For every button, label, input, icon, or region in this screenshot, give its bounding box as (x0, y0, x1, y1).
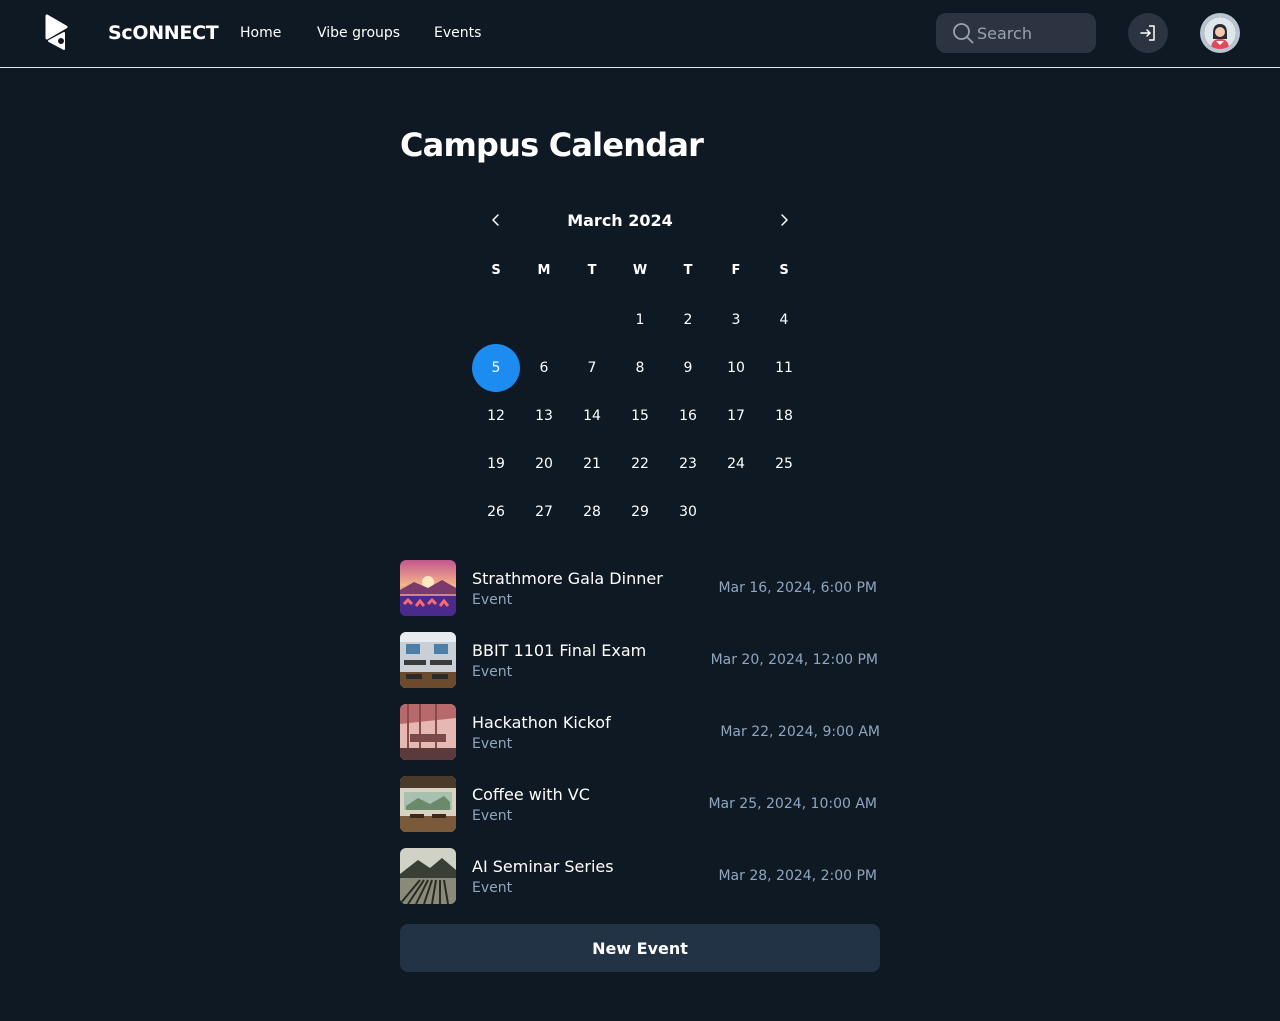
weekday-label: M (537, 262, 551, 278)
calendar-day[interactable]: 8 (616, 344, 664, 392)
calendar-day-selected[interactable]: 5 (472, 344, 520, 392)
new-event-button[interactable]: New Event (400, 924, 880, 972)
event-thumbnail (400, 632, 456, 688)
calendar-day[interactable]: 13 (520, 392, 568, 440)
nav-vibe-groups[interactable]: Vibe groups (317, 25, 400, 41)
event-date: Mar 25, 2024, 10:00 AM (708, 796, 877, 812)
search-box[interactable] (936, 13, 1096, 53)
calendar-week-row: 19 20 21 22 23 24 25 (472, 440, 808, 488)
calendar-day[interactable]: 12 (472, 392, 520, 440)
chevron-left-icon (492, 214, 499, 226)
calendar-day[interactable]: 23 (664, 440, 712, 488)
event-date: Mar 20, 2024, 12:00 PM (710, 652, 878, 668)
nav-events[interactable]: Events (434, 25, 481, 41)
login-button[interactable] (1128, 13, 1168, 53)
top-navbar: ScONNECT Home Vibe groups Events (0, 0, 1280, 68)
event-thumbnail (400, 560, 456, 616)
event-thumbnail (400, 704, 456, 760)
chevron-right-icon (781, 214, 788, 226)
event-date: Mar 22, 2024, 9:00 AM (720, 724, 880, 740)
calendar-empty-cell (568, 296, 616, 344)
weekday-label: S (491, 262, 501, 278)
event-title: Strathmore Gala Dinner (472, 569, 663, 588)
event-item[interactable]: Coffee with VC Event Mar 25, 2024, 10:00… (400, 776, 880, 832)
event-date: Mar 28, 2024, 2:00 PM (718, 868, 877, 884)
calendar-day[interactable]: 28 (568, 488, 616, 536)
calendar-day[interactable]: 30 (664, 488, 712, 536)
calendar-day[interactable]: 3 (712, 296, 760, 344)
event-item[interactable]: Hackathon Kickof Event Mar 22, 2024, 9:0… (400, 704, 880, 760)
weekday-label: F (731, 262, 741, 278)
event-type: Event (472, 664, 513, 680)
calendar-week-row: 1234 (472, 296, 808, 344)
event-title: BBIT 1101 Final Exam (472, 641, 647, 660)
calendar-day[interactable]: 18 (760, 392, 808, 440)
weekday-header: S M T W T F S (472, 254, 808, 286)
calendar-day[interactable]: 17 (712, 392, 760, 440)
event-item[interactable]: Strathmore Gala Dinner Event Mar 16, 202… (400, 560, 880, 616)
weekday-label: T (587, 262, 597, 278)
event-type: Event (472, 736, 513, 752)
calendar-day[interactable]: 9 (664, 344, 712, 392)
event-item[interactable]: BBIT 1101 Final Exam Event Mar 20, 2024,… (400, 632, 880, 688)
calendar-empty-cell (760, 488, 808, 536)
calendar-day[interactable]: 6 (520, 344, 568, 392)
login-icon (1140, 25, 1155, 41)
next-month-button[interactable] (772, 208, 796, 232)
calendar-week-row: 5 6 7 8 9 10 11 (472, 344, 808, 392)
calendar-day[interactable]: 25 (760, 440, 808, 488)
calendar-day[interactable]: 14 (568, 392, 616, 440)
calendar-day[interactable]: 27 (520, 488, 568, 536)
event-title: Hackathon Kickof (472, 713, 611, 732)
calendar-day[interactable]: 22 (616, 440, 664, 488)
user-avatar[interactable] (1200, 13, 1240, 53)
calendar-day[interactable]: 15 (616, 392, 664, 440)
event-type: Event (472, 808, 513, 824)
event-thumbnail (400, 776, 456, 832)
calendar-grid: S M T W T F S 1 2 3 4 5 6 7 8 9 10 11 12 13 14 15 16 17 1… (472, 254, 808, 536)
calendar-day[interactable]: 10 (712, 344, 760, 392)
event-type: Event (472, 880, 513, 896)
calendar-day[interactable]: 2 (664, 296, 712, 344)
brand-name[interactable]: ScONNECT (108, 22, 219, 44)
event-title: AI Seminar Series (472, 857, 614, 876)
page-title: Campus Calendar (400, 126, 704, 164)
calendar-week-row: 26 27 28 29 30 (472, 488, 808, 536)
calendar-day[interactable]: 21 (568, 440, 616, 488)
calendar-day[interactable]: 24 (712, 440, 760, 488)
weekday-label: S (779, 262, 789, 278)
calendar-empty-cell (520, 296, 568, 344)
event-thumbnail (400, 848, 456, 904)
calendar-day[interactable]: 29 (616, 488, 664, 536)
event-type: Event (472, 592, 513, 608)
weekday-label: T (683, 262, 693, 278)
calendar-day[interactable]: 1 (616, 296, 664, 344)
nav-home[interactable]: Home (240, 25, 281, 41)
calendar-weeks: 1 2 3 4 5 6 7 8 9 10 11 12 13 14 15 16 17 18 19 20 21 22 23 24 2… (472, 296, 808, 536)
search-input[interactable] (977, 23, 1087, 43)
weekday-label: W (632, 262, 648, 278)
calendar-day[interactable]: 7 (568, 344, 616, 392)
calendar-day[interactable]: 11 (760, 344, 808, 392)
event-date: Mar 16, 2024, 6:00 PM (718, 580, 877, 596)
calendar-day[interactable]: 19 (472, 440, 520, 488)
month-label: March 2024 (567, 211, 673, 230)
sconnect-logo-icon[interactable] (44, 14, 74, 52)
calendar-empty-cell (472, 296, 520, 344)
avatar-image (1204, 17, 1236, 49)
calendar-week-row: 12 13 14 15 16 17 18 (472, 392, 808, 440)
calendar-day[interactable]: 4 (760, 296, 808, 344)
calendar-day[interactable]: 20 (520, 440, 568, 488)
calendar-day[interactable]: 16 (664, 392, 712, 440)
prev-month-button[interactable] (484, 208, 508, 232)
calendar-day[interactable]: 26 (472, 488, 520, 536)
search-icon (953, 23, 974, 44)
event-title: Coffee with VC (472, 785, 590, 804)
event-item[interactable]: AI Seminar Series Event Mar 28, 2024, 2:… (400, 848, 880, 904)
event-list: Strathmore Gala Dinner Event Mar 16, 202… (400, 560, 880, 920)
calendar-empty-cell (712, 488, 760, 536)
